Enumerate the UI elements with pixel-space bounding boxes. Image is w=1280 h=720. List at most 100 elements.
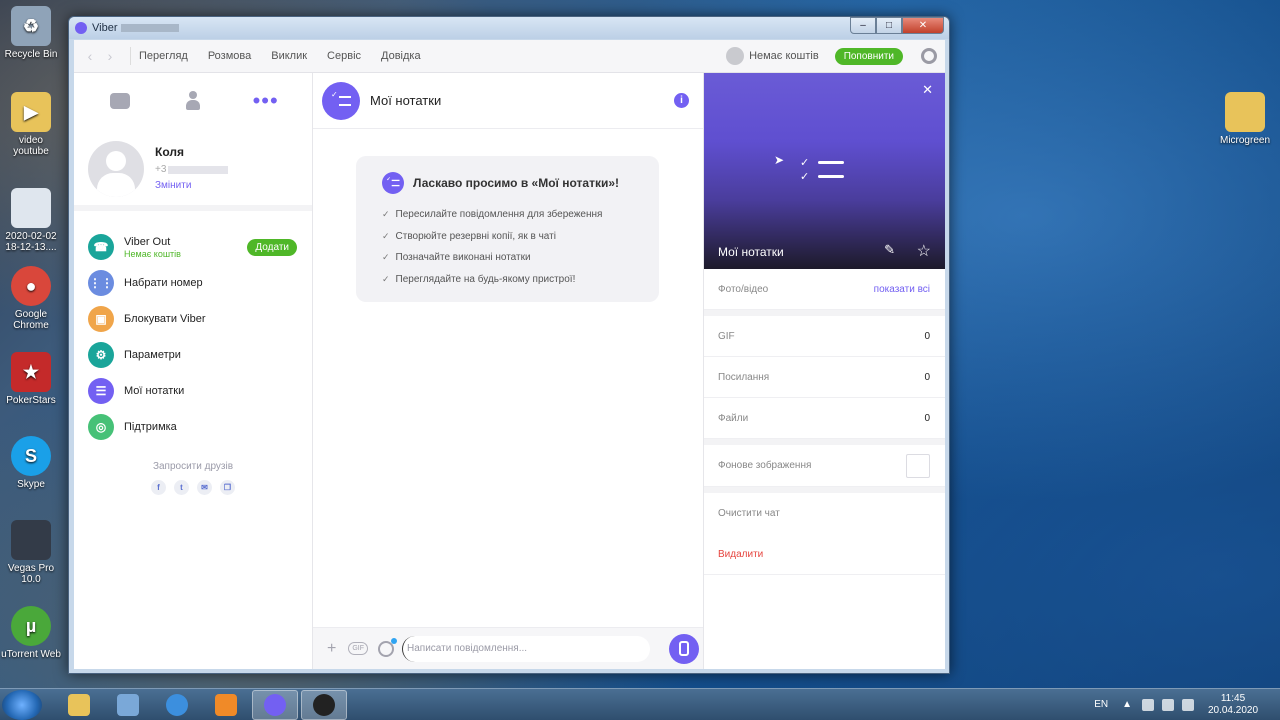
topup-button[interactable]: Поповнити [834,47,903,65]
taskbar: EN ▲ 11:45 20.04.2020 [0,688,1280,720]
desktop-icon-screenshot[interactable]: 2020-02-02 18-12-13.... [0,188,62,253]
change-profile-link[interactable]: Змінити [155,180,228,191]
gif-icon[interactable]: GIF [348,642,369,655]
gear-icon[interactable] [921,48,937,64]
pencil-icon[interactable]: ✎ [884,242,895,258]
sticker-icon[interactable] [378,637,398,657]
taskbar-viber[interactable] [252,689,298,720]
show-all-link[interactable]: показати всі [874,284,930,295]
chat-header: Мої нотатки i [313,73,703,129]
delete-button[interactable]: Видалити [704,534,945,575]
files-row[interactable]: Файли 0 [704,398,945,439]
pokerstars-icon: ★ [11,352,51,392]
media-player-icon [215,693,237,716]
background-row[interactable]: Фонове зображення [704,445,945,487]
check-icon: ✓ [382,273,390,284]
vegas-icon [11,520,51,560]
banner-title: Мої нотатки [718,245,784,259]
taskbar-control-panel[interactable] [105,690,151,720]
menu-call[interactable]: Виклик [271,50,307,62]
menu-lock-viber[interactable]: ▣ Блокувати Viber [74,301,312,337]
star-icon[interactable]: ☆ [917,241,931,261]
start-button[interactable] [2,689,42,720]
close-icon[interactable]: ✕ [922,82,933,98]
clock-time: 11:45 [1220,692,1246,704]
desktop-icon-chrome[interactable]: ● Google Chrome [0,266,62,331]
desktop-icon-utorrent[interactable]: µ uTorrent Web [0,606,62,660]
plus-icon[interactable]: + [327,640,336,658]
window-titlebar[interactable]: Viber ‒ □ ✕ [69,17,949,39]
tab-contacts[interactable] [182,90,204,112]
social-share-icons: f t ✉ ❐ [74,480,312,495]
info-icon[interactable]: i [674,93,689,108]
background-preview[interactable] [906,453,930,478]
facebook-icon[interactable]: f [151,480,166,495]
toolbar-right: Немає коштів Поповнити [726,47,937,65]
volume-icon[interactable] [1182,698,1194,711]
microphone-button[interactable] [669,633,699,664]
viber-window: Viber ‒ □ ✕ ‹ › Перегляд Розмова Виклик … [68,16,950,674]
desktop-icon-vegas[interactable]: Vegas Pro 10.0 [0,520,62,585]
menu-view[interactable]: Перегляд [139,50,188,62]
menu-support[interactable]: ◎ Підтримка [74,409,312,445]
desktop-icon-skype[interactable]: S Skype [0,436,62,490]
gif-row[interactable]: GIF 0 [704,316,945,357]
window-controls: ‒ □ ✕ [850,17,944,34]
desktop-icon-recycle-bin[interactable]: ♻ Recycle Bin [0,6,62,60]
tab-more[interactable]: ••• [253,90,278,112]
menu-viber-out[interactable]: ☎ Viber Out Немає коштів Додати [74,229,312,265]
chevron-up-icon[interactable]: ▲ [1122,699,1132,710]
settings-icon: ⚙ [88,342,114,368]
menu-my-notes[interactable]: ☰ Мої нотатки [74,373,312,409]
notes-banner: ✕ ➤ ✓ ✓ Мої нотатки ✎ ☆ [704,73,945,269]
tab-chats[interactable] [109,90,131,112]
desktop-icon-microgreen[interactable]: Microgreen [1214,92,1276,146]
avatar[interactable] [88,141,144,197]
clock[interactable]: 11:45 20.04.2020 [1202,693,1264,717]
files-count: 0 [924,412,930,424]
email-icon[interactable]: ✉ [197,480,212,495]
minimize-button[interactable]: ‒ [850,17,876,34]
forward-arrow-icon[interactable]: › [100,48,120,64]
twitter-icon[interactable]: t [174,480,189,495]
menu-help[interactable]: Довідка [381,50,421,62]
gif-count: 0 [924,330,930,342]
taskbar-obs[interactable] [301,689,347,720]
top-toolbar: ‹ › Перегляд Розмова Виклик Сервіс Довід… [74,40,945,73]
mouse-cursor-icon: ➤ [774,153,785,167]
left-tabs: ••• [74,73,312,129]
taskbar-media-player[interactable] [203,690,249,720]
desktop-icon-video-youtube[interactable]: ▶ video youtube [0,92,62,157]
back-arrow-icon[interactable]: ‹ [80,48,100,64]
folder-icon [1225,92,1265,132]
maximize-button[interactable]: □ [876,17,902,34]
clear-chat-button[interactable]: Очистити чат [704,493,945,534]
menu-viber-out-label: Viber Out [124,235,171,248]
links-row[interactable]: Посилання 0 [704,357,945,398]
message-input[interactable] [407,643,651,654]
menu-dial-number[interactable]: ⋮⋮ Набрати номер [74,265,312,301]
recycle-bin-icon: ♻ [11,6,51,46]
flag-icon[interactable] [1162,698,1174,711]
close-button[interactable]: ✕ [902,17,944,34]
viber-logo-icon [75,22,87,34]
add-credit-button[interactable]: Додати [247,239,297,256]
profile-info: Коля +3 Змінити [155,141,229,205]
copy-link-icon[interactable]: ❐ [220,480,235,495]
notes-avatar-icon[interactable] [322,81,360,120]
menu-conversation[interactable]: Розмова [208,50,251,62]
window-title: Viber [92,22,118,34]
menu-tools[interactable]: Сервіс [327,50,361,62]
language-indicator[interactable]: EN [1094,699,1108,710]
taskbar-explorer[interactable] [56,690,102,720]
lock-icon: ▣ [88,306,114,332]
redacted-number [121,24,180,32]
clock-date: 20.04.2020 [1207,704,1259,716]
network-icon[interactable] [1142,698,1154,711]
profile-section: Коля +3 Змінити [74,129,312,211]
chat-title: Мої нотатки [370,93,442,108]
menu-settings[interactable]: ⚙ Параметри [74,337,312,373]
phone-icon: ☎ [88,234,114,260]
taskbar-internet-explorer[interactable] [154,690,200,720]
desktop-icon-pokerstars[interactable]: ★ PokerStars [0,352,62,406]
